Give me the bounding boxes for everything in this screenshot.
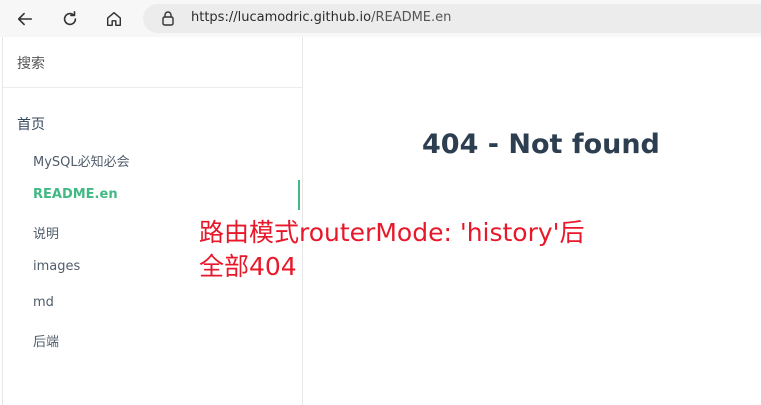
search-box[interactable]: 搜索 — [3, 37, 302, 88]
url-path: /README.en — [371, 10, 452, 25]
sidebar-item-md[interactable]: md — [33, 295, 54, 310]
annotation-line-2: 全部404 — [199, 252, 297, 281]
reload-icon — [63, 10, 77, 26]
sidebar-item-backend[interactable]: 后端 — [33, 331, 59, 350]
sidebar-item-shuoming[interactable]: 说明 — [33, 223, 59, 242]
sidebar-item-readme-en[interactable]: README.en — [33, 187, 118, 202]
sidebar-item-home[interactable]: 首页 — [17, 114, 45, 134]
browser-toolbar: https://lucamodric.github.io/README.en — [0, 0, 761, 37]
url-text: https://lucamodric.github.io/README.en — [191, 10, 451, 25]
search-input[interactable]: 搜索 — [17, 53, 45, 73]
annotation-text: 路由模式routerMode: 'history'后 全部404 — [199, 216, 619, 284]
annotation-line-1: 路由模式routerMode: 'history'后 — [199, 218, 585, 247]
active-item-marker — [298, 180, 300, 210]
lock-icon[interactable] — [160, 10, 176, 26]
url-host: https://lucamodric.github.io — [191, 10, 372, 25]
sidebar-item-mysql[interactable]: MySQL必知必会 — [33, 151, 130, 170]
address-bar[interactable]: https://lucamodric.github.io/README.en — [143, 4, 761, 33]
home-button[interactable] — [99, 4, 129, 34]
sidebar-item-images[interactable]: images — [33, 259, 80, 274]
back-arrow-icon — [17, 12, 33, 26]
home-icon — [106, 11, 122, 27]
back-button[interactable] — [10, 4, 40, 34]
page-title: 404 - Not found — [422, 129, 660, 160]
reload-button[interactable] — [55, 4, 85, 34]
